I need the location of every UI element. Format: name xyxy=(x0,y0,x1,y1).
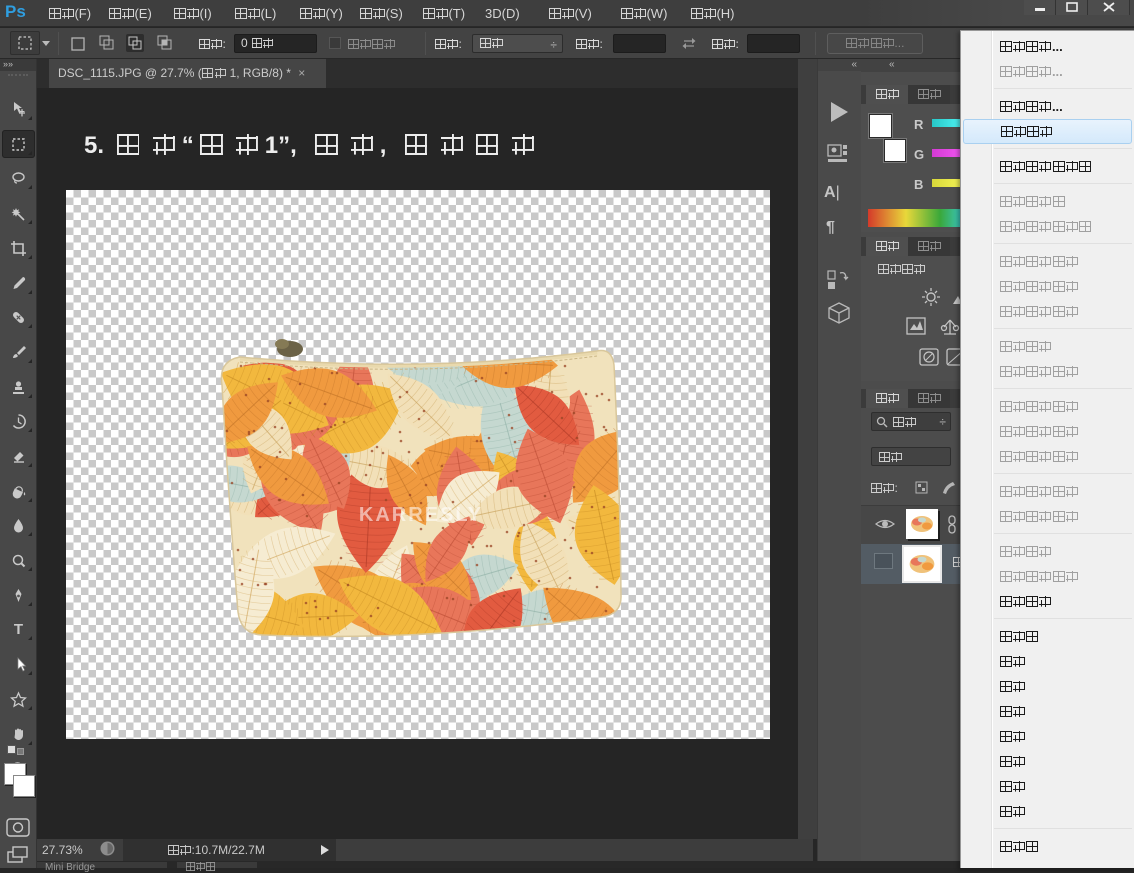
svg-text:KARRESLY: KARRESLY xyxy=(359,504,483,526)
